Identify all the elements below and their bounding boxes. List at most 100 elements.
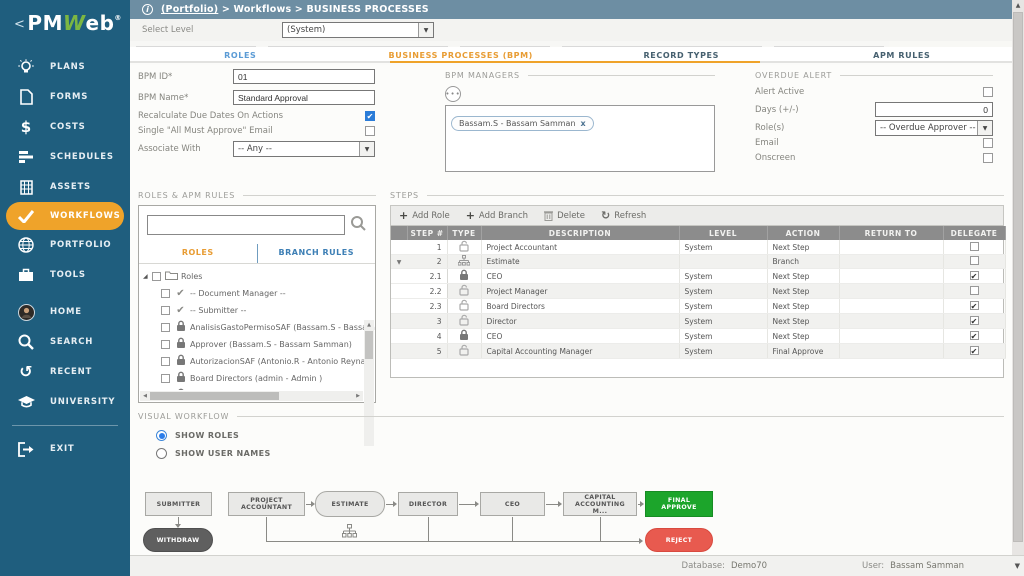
roles-panel-tab-roles[interactable]: ROLES xyxy=(139,244,258,263)
sidebar-item-home[interactable]: HOME xyxy=(0,297,130,327)
sidebar-item-forms[interactable]: FORMS xyxy=(0,82,130,112)
tree-item[interactable]: Board Directors (admin - Admin ) xyxy=(143,370,375,387)
sidebar-item-recent[interactable]: ↺RECENT xyxy=(0,357,130,387)
delegate-checkbox[interactable]: ✔ xyxy=(970,271,979,280)
bpm-name-input[interactable] xyxy=(233,90,375,105)
tree-item[interactable]: Business Group Head of Finance (admin - … xyxy=(143,387,375,390)
roles-search-input[interactable] xyxy=(147,215,345,235)
days-input[interactable] xyxy=(875,102,993,117)
node-capital-accounting[interactable]: CAPITAL ACCOUNTING M... xyxy=(563,492,637,516)
sidebar-item-portfolio[interactable]: PORTFOLIO xyxy=(0,230,130,260)
tree-horizontal-scrollbar[interactable]: ◀▶ xyxy=(140,391,363,401)
chevron-down-icon[interactable]: ▼ xyxy=(418,23,433,37)
step-row-2.3[interactable]: 2.3Board DirectorsSystemNext Step✔ xyxy=(391,299,1005,314)
sidebar-item-costs[interactable]: $COSTS xyxy=(0,112,130,142)
radio-icon[interactable] xyxy=(156,430,167,441)
sidebar-item-workflows[interactable]: WORKFLOWS xyxy=(6,202,124,230)
sidebar-item-search[interactable]: SEARCH xyxy=(0,327,130,357)
delete-button[interactable]: Delete xyxy=(544,210,585,221)
step-row-5[interactable]: 5Capital Accounting ManagerSystemFinal A… xyxy=(391,344,1005,359)
managers-picker-button[interactable]: ••• xyxy=(445,86,461,102)
radio-show-user-names[interactable]: SHOW USER NAMES xyxy=(148,448,271,459)
breadcrumb-portfolio-link[interactable]: (Portfolio) xyxy=(161,4,218,15)
tree-item[interactable]: AutorizacionSAF (Antonio.R - Antonio Rey… xyxy=(143,353,375,370)
chevron-down-icon[interactable]: ▼ xyxy=(359,142,374,156)
refresh-button[interactable]: ↻Refresh xyxy=(601,209,646,222)
node-final-approve[interactable]: FINAL APPROVE xyxy=(645,491,713,517)
single-email-checkbox[interactable] xyxy=(365,126,375,136)
sidebar-item-schedules[interactable]: SCHEDULES xyxy=(0,142,130,172)
delegate-checkbox[interactable] xyxy=(970,286,979,295)
tree-item-checkbox[interactable] xyxy=(161,340,170,349)
select-level-dropdown[interactable]: (System) ▼ xyxy=(282,22,434,38)
tree-item[interactable]: Approver (Bassam.S - Bassam Samman) xyxy=(143,336,375,353)
tree-root-checkbox[interactable] xyxy=(152,272,161,281)
step-row-1[interactable]: 1Project AccountantSystemNext Step xyxy=(391,240,1005,255)
col-description[interactable]: DESCRIPTION xyxy=(481,226,679,240)
tree-item-checkbox[interactable] xyxy=(161,357,170,366)
footer-dropdown-icon[interactable]: ▼ xyxy=(1015,562,1020,570)
col-return-to[interactable]: RETURN TO xyxy=(839,226,943,240)
tree-expander-icon[interactable]: ◢ xyxy=(143,273,152,280)
roles-panel-tab-branch-rules[interactable]: BRANCH RULES xyxy=(258,244,376,263)
scroll-up-icon[interactable]: ▲ xyxy=(1012,0,1024,12)
row-expander-cell[interactable]: ▼ xyxy=(391,255,407,269)
radio-icon[interactable] xyxy=(156,448,167,459)
tree-item-checkbox[interactable] xyxy=(161,306,170,315)
tree-item-checkbox[interactable] xyxy=(161,374,170,383)
tab-roles[interactable]: ROLES xyxy=(130,47,351,61)
tree-item[interactable]: AnalisisGastoPermisoSAF (Bassam.S - Bass… xyxy=(143,319,375,336)
node-submitter[interactable]: SUBMITTER xyxy=(145,492,212,516)
add-role-button[interactable]: +Add Role xyxy=(399,209,450,222)
step-row-2[interactable]: ▼2EstimateBranch xyxy=(391,255,1005,269)
email-checkbox[interactable] xyxy=(983,138,993,148)
col-type[interactable]: TYPE xyxy=(447,226,481,240)
remove-chip-icon[interactable]: x xyxy=(581,119,586,128)
associate-dropdown[interactable]: -- Any -- ▼ xyxy=(233,141,375,157)
sidebar-item-assets[interactable]: ASSETS xyxy=(0,172,130,202)
tab-record-types[interactable]: RECORD TYPES xyxy=(571,47,792,61)
tree-root-roles[interactable]: ◢Roles xyxy=(143,268,375,285)
onscreen-checkbox[interactable] xyxy=(983,153,993,163)
tree-item[interactable]: ✔-- Submitter -- xyxy=(143,302,375,319)
info-icon[interactable]: i xyxy=(142,4,153,15)
roles-dropdown[interactable]: -- Overdue Approver -- ▼ xyxy=(875,120,993,136)
delegate-checkbox[interactable]: ✔ xyxy=(970,301,979,310)
delegate-checkbox[interactable] xyxy=(970,256,979,265)
delegate-checkbox[interactable]: ✔ xyxy=(970,331,979,340)
tree-item-checkbox[interactable] xyxy=(161,323,170,332)
col-level[interactable]: LEVEL xyxy=(679,226,767,240)
tree-item-checkbox[interactable] xyxy=(161,289,170,298)
tab-business-processes-bpm-[interactable]: BUSINESS PROCESSES (BPM) xyxy=(351,47,572,61)
delegate-checkbox[interactable]: ✔ xyxy=(970,346,979,355)
sidebar-item-university[interactable]: UNIVERSITY xyxy=(0,387,130,417)
scroll-thumb[interactable] xyxy=(1013,12,1023,542)
node-ceo[interactable]: CEO xyxy=(480,492,545,516)
node-estimate[interactable]: ESTIMATE xyxy=(315,491,385,517)
page-scrollbar[interactable]: ▲ xyxy=(1012,0,1024,555)
step-row-2.1[interactable]: 2.1CEOSystemNext Step✔ xyxy=(391,269,1005,284)
node-project-accountant[interactable]: PROJECT ACCOUNTANT xyxy=(228,492,305,516)
sidebar-item-exit[interactable]: EXIT xyxy=(0,434,130,464)
pmweb-logo[interactable]: <PMWeb® xyxy=(0,0,130,35)
sidebar-item-plans[interactable]: PLANS xyxy=(0,52,130,82)
manager-chip[interactable]: Bassam.S - Bassam Sammanx xyxy=(451,116,594,131)
node-withdraw[interactable]: WITHDRAW xyxy=(143,528,213,552)
chevron-down-icon[interactable]: ▼ xyxy=(977,121,992,135)
step-row-3[interactable]: 3DirectorSystemNext Step✔ xyxy=(391,314,1005,329)
col-delegate[interactable]: DELEGATE xyxy=(943,226,1005,240)
node-reject[interactable]: REJECT xyxy=(645,528,713,552)
tab-apm-rules[interactable]: APM RULES xyxy=(792,47,1013,61)
collapse-sidebar-icon[interactable]: < xyxy=(14,17,25,32)
step-row-4[interactable]: 4CEOSystemNext Step✔ xyxy=(391,329,1005,344)
bpm-id-input[interactable] xyxy=(233,69,375,84)
recalc-checkbox[interactable]: ✔ xyxy=(365,111,375,121)
tree-item[interactable]: ✔-- Document Manager -- xyxy=(143,285,375,302)
sidebar-item-tools[interactable]: TOOLS xyxy=(0,260,130,290)
tree-vertical-scrollbar[interactable]: ▲ xyxy=(364,320,374,446)
delegate-checkbox[interactable] xyxy=(970,242,979,251)
step-row-2.2[interactable]: 2.2Project ManagerSystemNext Step xyxy=(391,284,1005,299)
node-director[interactable]: DIRECTOR xyxy=(398,492,458,516)
delegate-checkbox[interactable]: ✔ xyxy=(970,316,979,325)
col-step-[interactable]: STEP # xyxy=(407,226,447,240)
